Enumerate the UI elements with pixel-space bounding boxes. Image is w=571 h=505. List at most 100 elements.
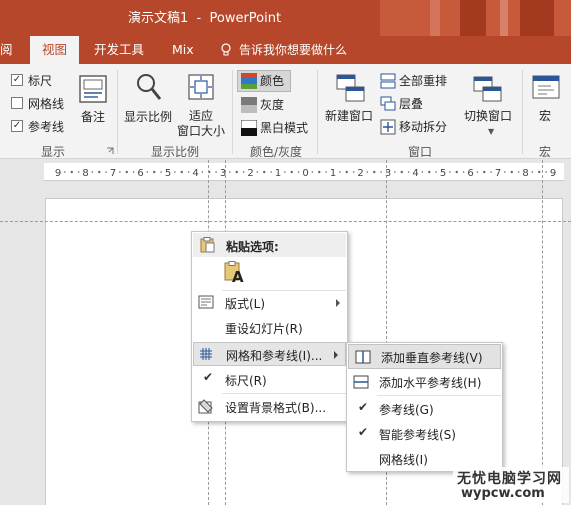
ruler-tick-mark <box>435 171 437 173</box>
cascade-button[interactable]: 层叠 <box>399 95 423 112</box>
horizontal-guide[interactable] <box>0 221 571 222</box>
menu-item-layout[interactable]: 版式(L) <box>192 291 347 315</box>
menu-separator <box>222 393 346 394</box>
window-group-label: 窗口 <box>408 145 433 159</box>
zoom-button[interactable]: 显示比例 <box>124 108 172 125</box>
guides-checkbox[interactable]: ✓ <box>11 120 23 132</box>
submenu-item-guides[interactable]: ✔ 参考线(G) <box>347 397 502 422</box>
notes-icon[interactable] <box>78 74 108 104</box>
ruler-tick-label: 8 <box>82 168 88 179</box>
grid-icon <box>200 348 212 360</box>
magnifier-icon[interactable] <box>135 72 163 102</box>
ruler-tick-mark <box>504 171 506 173</box>
clipboard-icon <box>200 237 215 253</box>
submenu-item-add-vertical-guide[interactable]: 添加垂直参考线(V) <box>348 344 501 369</box>
ruler-tick-mark <box>119 171 121 173</box>
macro-icon[interactable] <box>531 74 561 104</box>
menu-item-grid-and-guides[interactable]: 网格和参考线(I)... <box>193 342 346 366</box>
black-white-icon[interactable] <box>241 120 257 136</box>
ruler-tick-label: 2 <box>357 168 363 179</box>
arrange-all-button[interactable]: 全部重排 <box>399 72 447 89</box>
gridlines-checkbox[interactable] <box>11 97 23 109</box>
ruler-tick-mark <box>270 171 272 173</box>
black-white-button[interactable]: 黑白模式 <box>260 119 308 136</box>
switch-window-icon[interactable] <box>473 74 503 104</box>
tell-me-box[interactable]: 告诉我你想要做什么 <box>220 36 347 64</box>
tab-mix[interactable]: Mix <box>172 36 194 64</box>
ruler-tick-mark <box>462 171 465 173</box>
cascade-icon[interactable] <box>380 96 396 112</box>
ruler-tick-mark <box>380 171 382 173</box>
horizontal-ruler[interactable]: 9876543210123456789 <box>44 163 564 181</box>
move-split-button[interactable]: 移动拆分 <box>399 118 447 135</box>
ruler-tick-label: 2 <box>247 168 253 179</box>
grayscale-button[interactable]: 灰度 <box>260 96 284 113</box>
menu-item-format-background[interactable]: 设置背景格式(B)... <box>192 395 347 419</box>
ruler-tick-mark <box>538 170 541 174</box>
notes-button[interactable]: 备注 <box>81 108 105 125</box>
submenu-item-add-horizontal-guide[interactable]: 添加水平参考线(H) <box>347 370 502 395</box>
ribbon-tabs: 阅 视图 开发工具 Mix 告诉我你想要做什么 <box>0 36 571 64</box>
tell-me-text: 告诉我你想要做什么 <box>239 43 348 57</box>
ruler-tick-mark <box>373 170 376 174</box>
tab-review[interactable]: 阅 <box>0 36 13 64</box>
context-menu: 粘贴选项: A 版式(L) 重设幻灯片(R) 网格和参考线(I)... ✔ 标尺… <box>191 231 348 422</box>
ruler-tick-label: 5 <box>440 168 446 179</box>
ruler-tick-mark <box>366 171 369 173</box>
ruler-tick-mark <box>64 171 66 173</box>
menu-item-label: 网格和参考线(I)... <box>226 349 323 363</box>
new-window-button[interactable]: 新建窗口 <box>325 107 373 124</box>
color-icon[interactable] <box>241 73 257 89</box>
ruler-tick-mark <box>77 171 80 173</box>
ruler-tick-mark <box>91 171 94 173</box>
color-button[interactable]: 颜色 <box>260 72 284 89</box>
ruler-tick-mark <box>325 171 327 173</box>
menu-item-label: 版式(L) <box>225 297 266 311</box>
group-separator <box>232 70 233 154</box>
grayscale-icon[interactable] <box>241 97 257 113</box>
submenu-arrow-icon <box>336 299 340 307</box>
ruler-tick-mark <box>105 171 107 173</box>
ruler-tick-mark <box>428 170 431 174</box>
paste-keep-text-button[interactable]: A <box>222 261 246 286</box>
tab-developer[interactable]: 开发工具 <box>94 36 144 64</box>
submenu-arrow-icon <box>334 351 338 359</box>
macros-button[interactable]: 宏 <box>539 107 551 124</box>
ruler-checkbox[interactable]: ✓ <box>11 74 23 86</box>
fit-window-button[interactable]: 窗口大小 <box>177 122 225 139</box>
submenu-item-smart-guides[interactable]: ✔ 智能参考线(S) <box>347 422 502 447</box>
ruler-tick-label: 7 <box>110 168 116 179</box>
ruler-tick-mark <box>242 171 245 173</box>
show-group-label: 显示 <box>41 145 66 159</box>
dialog-launcher-icon[interactable] <box>106 147 114 155</box>
ruler-tick-mark <box>400 170 403 174</box>
new-window-icon[interactable] <box>336 74 366 104</box>
ruler-tick-mark <box>339 171 341 173</box>
title-decoration <box>500 0 508 36</box>
ruler-tick-mark <box>201 171 204 173</box>
menu-item-ruler[interactable]: ✔ 标尺(R) <box>192 368 347 392</box>
menu-separator <box>377 395 501 396</box>
ruler-tick-mark <box>215 171 217 173</box>
watermark-line2: wypcw.com <box>461 486 545 501</box>
ruler-tick-mark <box>290 170 293 174</box>
watermark: 无忧电脑学习网 wypcw.com <box>453 467 569 503</box>
ruler-scale: 9876543210123456789 <box>55 168 556 179</box>
ruler-tick-mark <box>449 171 451 173</box>
ruler-tick-mark <box>545 171 547 173</box>
ruler-tick-mark <box>263 170 266 174</box>
arrange-all-icon[interactable] <box>380 73 396 89</box>
ruler-tick-mark <box>352 171 355 173</box>
ruler-tick-mark <box>132 171 135 173</box>
chevron-down-icon: ▼ <box>488 127 495 136</box>
switch-window-button[interactable]: 切换窗口 <box>464 107 512 124</box>
tab-view[interactable]: 视图 <box>30 36 80 64</box>
ruler-tick-mark <box>490 171 492 173</box>
move-split-icon[interactable] <box>380 119 396 135</box>
ruler-tick-mark <box>235 170 238 174</box>
menu-item-reset-slide[interactable]: 重设幻灯片(R) <box>192 316 347 340</box>
vertical-guide[interactable] <box>542 160 543 505</box>
ruler-tick-label: 9 <box>55 168 61 179</box>
fit-window-icon[interactable] <box>187 73 215 101</box>
submenu-item-label: 添加水平参考线(H) <box>379 376 482 390</box>
